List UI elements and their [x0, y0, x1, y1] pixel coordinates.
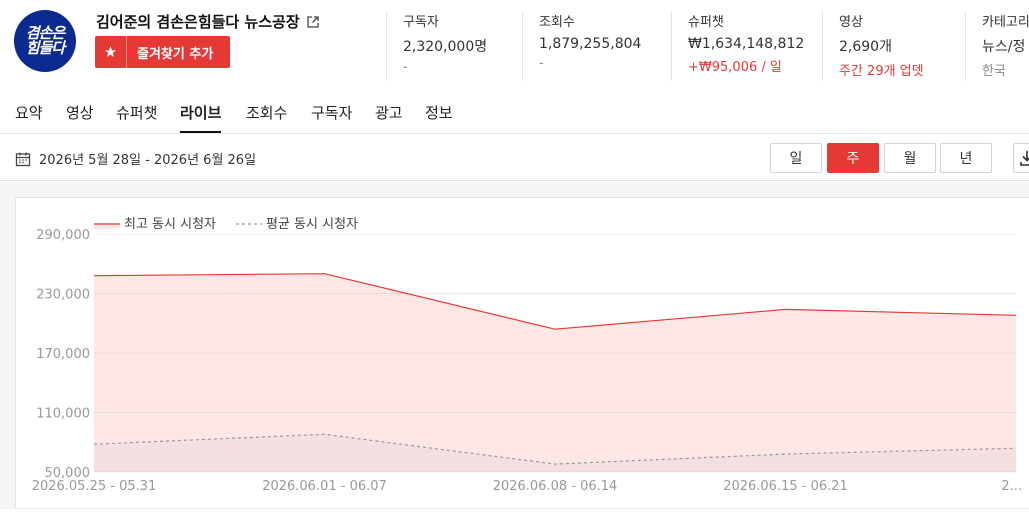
period-month-button[interactable]: 월	[884, 143, 936, 173]
chart-legend: 최고 동시 시청자 평균 동시 시청자	[94, 217, 358, 232]
stat-value: ₩1,634,148,812	[688, 36, 805, 52]
tab-superchat[interactable]: 슈퍼챗	[116, 102, 157, 131]
x-tick-label: 2...	[1001, 479, 1022, 494]
period-year-button[interactable]: 년	[940, 143, 992, 173]
stat-value: 뉴스/정	[982, 39, 1026, 55]
y-tick-label: 170,000	[36, 347, 90, 362]
add-favorite-label: 즐겨찾기 추가	[137, 46, 214, 62]
x-tick-label: 2026.05.25 - 05.31	[32, 479, 157, 494]
tab-summary[interactable]: 요약	[15, 102, 43, 131]
date-filter-bar: 2026년 5월 28일 - 2026년 6월 26일 일 주 월 년	[0, 135, 1029, 181]
stat-subscribers: 구독자 2,320,000명 -	[386, 11, 487, 81]
date-range-text: 2026년 5월 28일 - 2026년 6월 26일	[39, 153, 257, 168]
stat-key: 슈퍼챗	[688, 15, 724, 30]
x-tick-label: 2026.06.08 - 06.14	[493, 479, 618, 494]
tab-info[interactable]: 정보	[425, 102, 453, 131]
stat-delta: +₩95,006 / 일	[688, 60, 782, 75]
stat-delta: -	[403, 60, 408, 75]
stat-key: 영상	[839, 15, 863, 30]
channel-name-text: 김어준의 겸손은힘들다 뉴스공장	[96, 13, 300, 31]
stat-delta: -	[539, 56, 544, 71]
stat-key: 조회수	[539, 15, 575, 30]
stat-value: 2,320,000명	[403, 39, 488, 55]
chart-areas	[94, 273, 1016, 472]
stat-category: 카테고리 뉴스/정 한국	[965, 11, 1029, 81]
stat-delta: 주간 29개 업뎃	[839, 64, 924, 79]
tab-videos[interactable]: 영상	[66, 102, 94, 131]
chart-card: 50,000 110,000 170,000 230,000 290,000 2026.…	[15, 197, 1029, 509]
download-icon	[1020, 151, 1029, 166]
x-tick-label: 2026.06.01 - 06.07	[262, 479, 387, 494]
stat-value: 2,690개	[839, 39, 892, 55]
legend-label: 평균 동시 시청자	[266, 217, 358, 232]
tab-bar: 요약 영상 슈퍼챗 라이브 조회수 구독자 광고 정보	[0, 92, 1029, 134]
channel-logo[interactable]: 겸손은 힘들다	[14, 10, 76, 72]
period-day-button[interactable]: 일	[770, 143, 822, 173]
star-icon: ★	[95, 36, 127, 68]
download-button[interactable]	[1013, 143, 1029, 173]
add-favorite-button[interactable]: ★ 즐겨찾기 추가	[95, 36, 230, 68]
external-link-icon[interactable]	[306, 15, 320, 29]
y-tick-label: 110,000	[36, 407, 90, 422]
x-tick-label: 2026.06.15 - 06.21	[723, 479, 848, 494]
tab-live[interactable]: 라이브	[180, 102, 222, 133]
period-week-button[interactable]: 주	[827, 143, 879, 173]
stat-value: 1,879,255,804	[539, 36, 642, 52]
channel-logo-text: 겸손은 힘들다	[25, 24, 65, 57]
stat-key: 카테고리	[982, 15, 1029, 30]
stat-videos: 영상 2,690개 주간 29개 업뎃	[822, 11, 924, 81]
tab-ads[interactable]: 광고	[375, 102, 403, 131]
date-range-picker[interactable]: 2026년 5월 28일 - 2026년 6월 26일	[15, 149, 256, 168]
live-viewers-chart: 50,000110,000170,000230,000290,000 2026.…	[32, 217, 1022, 494]
stat-superchat: 슈퍼챗 ₩1,634,148,812 +₩95,006 / 일	[671, 11, 804, 81]
stat-delta: 한국	[982, 64, 1006, 79]
tab-views[interactable]: 조회수	[246, 102, 287, 131]
tab-subscribers[interactable]: 구독자	[311, 102, 352, 131]
y-tick-label: 230,000	[36, 288, 90, 303]
y-axis-ticks: 50,000110,000170,000230,000290,000	[36, 228, 90, 481]
stat-views: 조회수 1,879,255,804 -	[522, 11, 641, 81]
legend-label: 최고 동시 시청자	[124, 217, 216, 232]
channel-header: 겸손은 힘들다 김어준의 겸손은힘들다 뉴스공장 ★ 즐겨찾기 추가 구독자 2…	[0, 0, 1029, 90]
stat-key: 구독자	[403, 15, 439, 30]
x-axis-ticks: 2026.05.25 - 05.31 2026.06.01 - 06.07 2026…	[32, 479, 1022, 494]
channel-name[interactable]: 김어준의 겸손은힘들다 뉴스공장	[96, 11, 320, 32]
calendar-icon	[15, 152, 31, 166]
y-tick-label: 290,000	[36, 228, 90, 243]
legend-fill	[94, 224, 120, 229]
